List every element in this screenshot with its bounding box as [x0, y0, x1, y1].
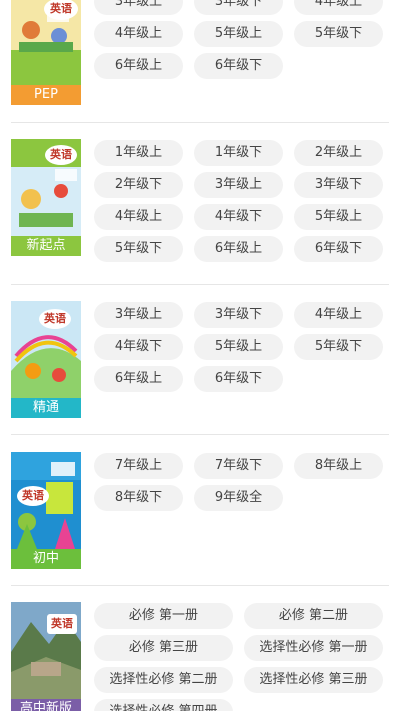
cover-label: 高中新版 [11, 699, 81, 711]
grade-button[interactable]: 7年级上 [94, 453, 183, 479]
book-cover-chuzhong[interactable]: 英语 初中 [11, 452, 81, 569]
cover-label: 精通 [11, 398, 81, 418]
grade-button[interactable]: 3年级上 [94, 0, 183, 15]
grade-button[interactable]: 5年级下 [294, 334, 383, 360]
grade-button[interactable]: 5年级上 [294, 204, 383, 230]
cover-subject: 英语 [39, 309, 71, 329]
book-button[interactable]: 必修 第三册 [94, 635, 233, 661]
cover-subject: 英语 [17, 486, 49, 506]
cover-label: 初中 [11, 549, 81, 569]
series-chuzhong: 英语 初中 7年级上 7年级下 8年级上 8年级下 9年级全 [0, 435, 400, 585]
book-button[interactable]: 必修 第一册 [94, 603, 233, 629]
grade-button[interactable]: 8年级上 [294, 453, 383, 479]
series-pep: 英语 PEP 3年级上 3年级下 4年级上 4年级上 5年级上 5年级下 6年级… [0, 0, 400, 122]
grade-button[interactable]: 6年级下 [194, 53, 283, 79]
grade-button[interactable]: 5年级下 [94, 236, 183, 262]
grade-button[interactable]: 4年级下 [94, 334, 183, 360]
grade-button[interactable]: 1年级下 [194, 140, 283, 166]
book-button[interactable]: 选择性必修 第四册 [94, 699, 233, 711]
grade-button[interactable]: 7年级下 [194, 453, 283, 479]
book-cover-xinqidian[interactable]: 英语 新起点 [11, 139, 81, 256]
book-cover-jingtong[interactable]: 英语 精通 [11, 301, 81, 418]
grade-button[interactable]: 2年级上 [294, 140, 383, 166]
grade-button[interactable]: 9年级全 [194, 485, 283, 511]
grade-button[interactable]: 3年级上 [94, 302, 183, 328]
book-cover-gaozhong[interactable]: 英语 高中新版 [11, 602, 81, 711]
book-cover-pep[interactable]: 英语 PEP [11, 0, 81, 105]
book-button[interactable]: 必修 第二册 [244, 603, 383, 629]
book-button[interactable]: 选择性必修 第三册 [244, 667, 383, 693]
grade-button[interactable]: 3年级下 [194, 302, 283, 328]
grade-button[interactable]: 6年级上 [94, 366, 183, 392]
cover-subject: 英语 [47, 614, 77, 634]
grade-button[interactable]: 5年级下 [294, 21, 383, 47]
series-jingtong: 英语 精通 3年级上 3年级下 4年级上 4年级下 5年级上 5年级下 6年级上… [0, 285, 400, 434]
grade-button[interactable]: 5年级上 [194, 334, 283, 360]
grade-button[interactable]: 4年级上 [294, 302, 383, 328]
grade-button[interactable]: 3年级上 [194, 172, 283, 198]
grade-button[interactable]: 4年级上 [294, 0, 383, 15]
grade-button[interactable]: 6年级下 [294, 236, 383, 262]
grade-button[interactable]: 8年级下 [94, 485, 183, 511]
grade-button[interactable]: 4年级上 [94, 204, 183, 230]
cover-label: PEP [11, 85, 81, 105]
grade-button[interactable]: 3年级下 [294, 172, 383, 198]
grade-button[interactable]: 4年级上 [94, 21, 183, 47]
grade-button[interactable]: 6年级上 [194, 236, 283, 262]
cover-subject: 英语 [45, 145, 77, 165]
grade-button[interactable]: 2年级下 [94, 172, 183, 198]
grade-button[interactable]: 6年级下 [194, 366, 283, 392]
grade-button[interactable]: 1年级上 [94, 140, 183, 166]
grade-button[interactable]: 5年级上 [194, 21, 283, 47]
series-xinqidian: 英语 新起点 1年级上 1年级下 2年级上 2年级下 3年级上 3年级下 4年级… [0, 123, 400, 284]
book-button[interactable]: 选择性必修 第二册 [94, 667, 233, 693]
series-gaozhong: 英语 高中新版 必修 第一册 必修 第二册 必修 第三册 选择性必修 第一册 选… [0, 586, 400, 711]
cover-label: 新起点 [11, 236, 81, 256]
grade-button[interactable]: 3年级下 [194, 0, 283, 15]
grade-button[interactable]: 4年级下 [194, 204, 283, 230]
book-button[interactable]: 选择性必修 第一册 [244, 635, 383, 661]
grade-button[interactable]: 6年级上 [94, 53, 183, 79]
